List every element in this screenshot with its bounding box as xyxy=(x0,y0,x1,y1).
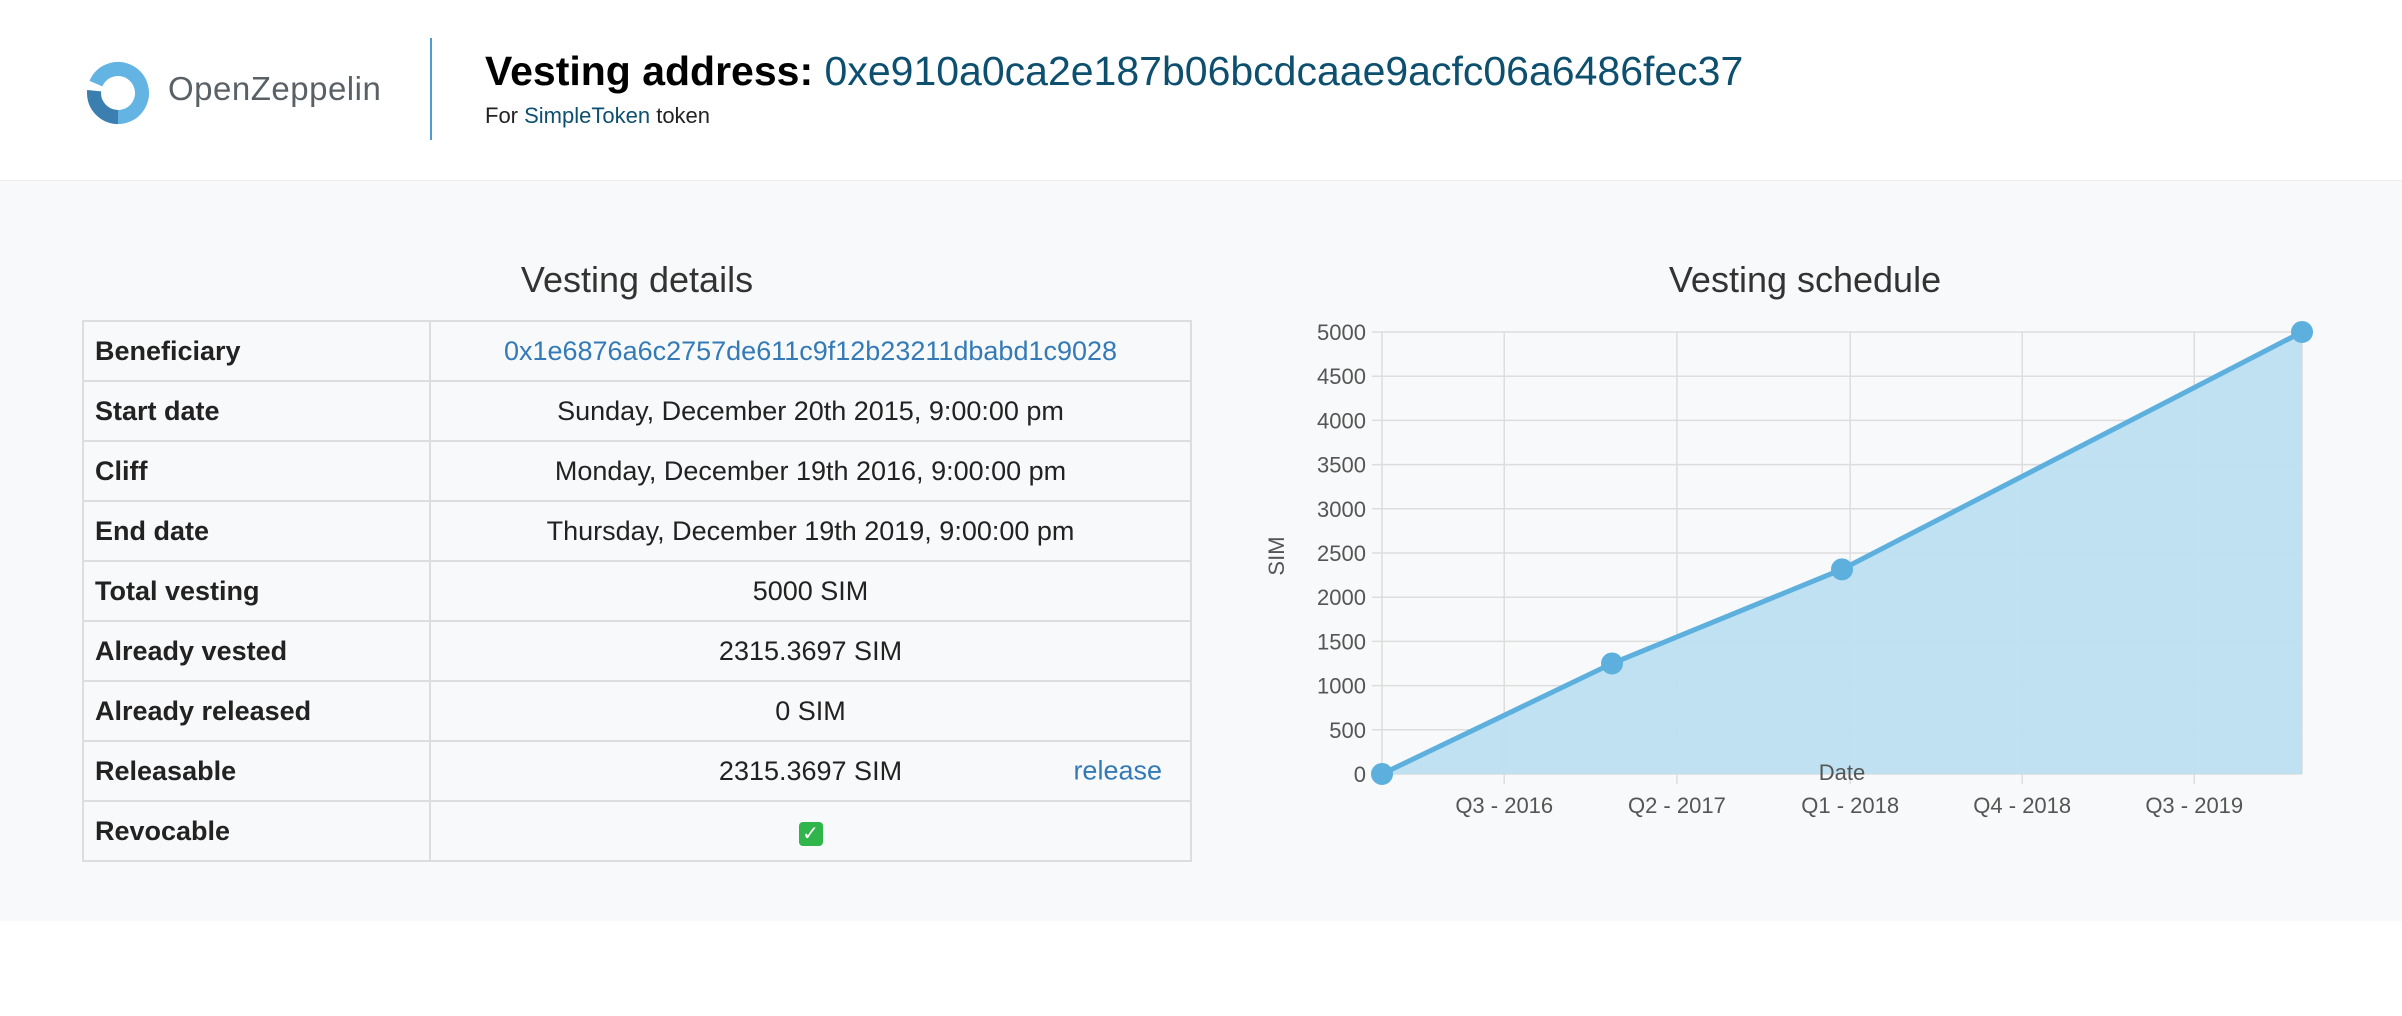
main-panel: Vesting details Vesting schedule Benefic… xyxy=(0,181,2402,921)
table-row: Start date Sunday, December 20th 2015, 9… xyxy=(82,380,1192,442)
logo-text: OpenZeppelin xyxy=(168,70,382,107)
release-button[interactable]: release xyxy=(1073,756,1162,787)
start-date-value: Sunday, December 20th 2015, 9:00:00 pm xyxy=(429,380,1192,442)
beneficiary-label: Beneficiary xyxy=(82,320,431,382)
table-row: Total vesting 5000 SIM xyxy=(82,560,1192,622)
data-point[interactable] xyxy=(1831,558,1853,581)
already-vested-label: Already vested xyxy=(82,620,431,682)
y-tick-label: 3500 xyxy=(1317,453,1366,478)
already-released-label: Already released xyxy=(82,680,431,742)
x-tick-label: Q1 - 2018 xyxy=(1801,793,1899,818)
y-tick-label: 500 xyxy=(1329,718,1366,743)
token-subtitle: For SimpleToken token xyxy=(485,103,710,129)
table-row: Already released 0 SIM xyxy=(82,680,1192,742)
y-axis-label: SIM xyxy=(1264,536,1289,575)
page-header: OpenZeppelin Vesting address: 0xe910a0ca… xyxy=(0,0,2402,182)
end-date-value: Thursday, December 19th 2019, 9:00:00 pm xyxy=(429,500,1192,562)
token-link[interactable]: SimpleToken xyxy=(524,103,650,128)
y-tick-label: 5000 xyxy=(1317,320,1366,345)
check-mark-icon: ✓ xyxy=(798,821,823,846)
y-tick-label: 3000 xyxy=(1317,497,1366,522)
x-tick-label: Q4 - 2018 xyxy=(1973,793,2071,818)
table-row: End date Thursday, December 19th 2019, 9… xyxy=(82,500,1192,562)
subtitle-prefix: For xyxy=(485,103,518,128)
data-point[interactable] xyxy=(1601,652,1623,675)
already-vested-value: 2315.3697 SIM xyxy=(429,620,1192,682)
table-row: Cliff Monday, December 19th 2016, 9:00:0… xyxy=(82,440,1192,502)
vesting-address: 0xe910a0ca2e187b06bcdcaae9acfc06a6486fec… xyxy=(824,48,1744,94)
end-date-label: End date xyxy=(82,500,431,562)
data-point[interactable] xyxy=(2291,321,2313,343)
y-tick-label: 2500 xyxy=(1317,541,1366,566)
already-released-value: 0 SIM xyxy=(429,680,1192,742)
releasable-cell: 2315.3697 SIM release xyxy=(429,740,1192,802)
table-row: Already vested 2315.3697 SIM xyxy=(82,620,1192,682)
vesting-schedule-chart: 0 500 1000 1500 2000 2500 3000 3500 4000 4500 5000… xyxy=(1264,320,2313,818)
data-point[interactable] xyxy=(1371,763,1393,785)
start-date-label: Start date xyxy=(82,380,431,442)
releasable-label: Releasable xyxy=(82,740,431,802)
beneficiary-value: 0x1e6876a6c2757de611c9f12b23211dbabd1c90… xyxy=(429,320,1192,382)
y-tick-label: 4000 xyxy=(1317,408,1366,433)
revocable-label: Revocable xyxy=(82,800,431,862)
y-tick-label: 1000 xyxy=(1317,674,1366,699)
table-row: Revocable ✓ xyxy=(82,800,1192,862)
table-row: Releasable 2315.3697 SIM release xyxy=(82,740,1192,802)
beneficiary-link[interactable]: 0x1e6876a6c2757de611c9f12b23211dbabd1c90… xyxy=(504,336,1117,366)
vesting-details-table: Beneficiary 0x1e6876a6c2757de611c9f12b23… xyxy=(82,320,1192,862)
total-vesting-value: 5000 SIM xyxy=(429,560,1192,622)
x-axis-label: Date xyxy=(1819,760,1865,785)
vesting-address-label: Vesting address: xyxy=(485,48,814,94)
subtitle-suffix: token xyxy=(656,103,711,128)
total-vesting-label: Total vesting xyxy=(82,560,431,622)
header-divider xyxy=(430,38,432,140)
vesting-schedule-title: Vesting schedule xyxy=(1668,259,1942,300)
revocable-value: ✓ xyxy=(429,800,1192,862)
y-tick-label: 4500 xyxy=(1317,364,1366,389)
openzeppelin-logo-icon[interactable] xyxy=(82,58,154,128)
vesting-details-title: Vesting details xyxy=(520,259,754,300)
y-tick-label: 0 xyxy=(1354,762,1366,787)
x-tick-label: Q3 - 2016 xyxy=(1455,793,1553,818)
y-tick-label: 2000 xyxy=(1317,585,1366,610)
y-tick-label: 1500 xyxy=(1317,629,1366,654)
releasable-value: 2315.3697 SIM xyxy=(718,755,903,786)
table-row: Beneficiary 0x1e6876a6c2757de611c9f12b23… xyxy=(82,320,1192,382)
x-tick-label: Q2 - 2017 xyxy=(1628,793,1726,818)
cliff-label: Cliff xyxy=(82,440,431,502)
x-tick-label: Q3 - 2019 xyxy=(2145,793,2243,818)
x-axis-ticks: Q3 - 2016 Q2 - 2017 Q1 - 2018 Q4 - 2018 Q3 -… xyxy=(1455,793,2243,818)
page-title: Vesting address: 0xe910a0ca2e187b06bcdca… xyxy=(485,48,1743,95)
cliff-value: Monday, December 19th 2016, 9:00:00 pm xyxy=(429,440,1192,502)
y-axis-ticks: 0 500 1000 1500 2000 2500 3000 3500 4000 4500 5000 xyxy=(1317,320,1366,787)
